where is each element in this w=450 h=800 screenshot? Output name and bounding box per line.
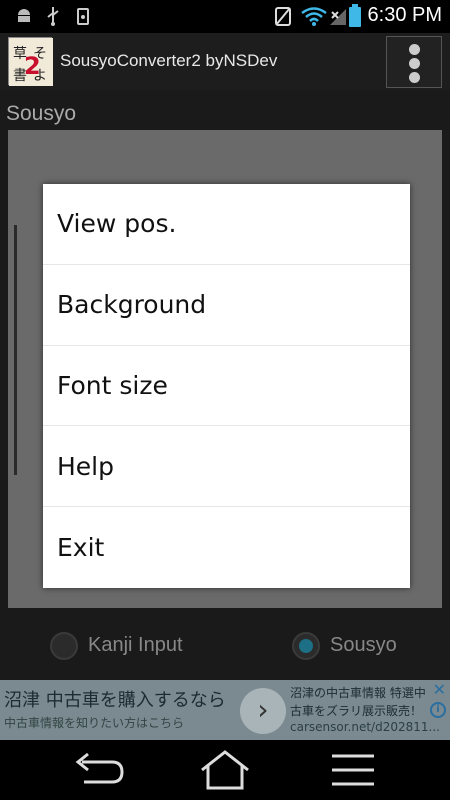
radio-sousyo-label[interactable]: Sousyo: [330, 634, 397, 657]
back-icon[interactable]: [62, 750, 132, 790]
ad-right-line1[interactable]: 沼津の中古車情報 特選中: [290, 684, 426, 701]
more-vert-icon: [409, 44, 420, 55]
status-bar: 6:30 PM: [0, 0, 450, 33]
menu-item-exit[interactable]: Exit: [43, 507, 410, 588]
scrollbar[interactable]: [14, 225, 17, 475]
section-label: Sousyo: [6, 102, 77, 125]
radio-kanji-input[interactable]: [50, 632, 78, 660]
menu-item-help[interactable]: Help: [43, 426, 410, 508]
info-icon[interactable]: i: [430, 702, 446, 718]
home-icon[interactable]: [190, 750, 260, 790]
app-icon[interactable]: 草 そ 書 よ 2: [8, 37, 53, 86]
app-title: SousyoConverter2 byNSDev: [60, 51, 278, 70]
action-bar: 草 そ 書 よ 2 SousyoConverter2 byNSDev: [0, 33, 450, 90]
menu-item-view-pos[interactable]: View pos.: [43, 184, 410, 265]
signal-icon: [330, 9, 346, 25]
ad-title[interactable]: 沼津 中古車を購入するなら: [4, 686, 226, 712]
more-vert-icon-dot: [409, 72, 420, 83]
clock-time: 6:30 PM: [367, 4, 442, 26]
menu-icon[interactable]: [318, 750, 388, 790]
close-icon[interactable]: ✕: [433, 680, 446, 699]
overflow-menu-button[interactable]: [386, 36, 442, 88]
chevron-right-icon[interactable]: ›: [240, 688, 286, 734]
battery-icon: [349, 4, 361, 27]
radio-kanji-input-label[interactable]: Kanji Input: [88, 634, 183, 657]
mode-radio-group: Kanji Input Sousyo: [0, 620, 450, 680]
ad-subtitle[interactable]: 中古車情報を知りたい方はこちら: [4, 714, 184, 731]
options-popup-menu: View pos. Background Font size Help Exit: [43, 184, 410, 588]
radio-sousyo[interactable]: [292, 632, 320, 660]
svg-text:2: 2: [24, 52, 41, 80]
menu-item-font-size[interactable]: Font size: [43, 346, 410, 427]
no-sim-icon: [275, 7, 291, 26]
wifi-icon: [301, 7, 327, 26]
battery-saver-icon: [77, 8, 89, 25]
more-vert-icon-dot: [409, 58, 420, 69]
navigation-bar: [0, 740, 450, 800]
menu-item-background[interactable]: Background: [43, 265, 410, 346]
ad-right-line2[interactable]: 古車をズラリ展示販売！: [290, 702, 422, 719]
ad-url[interactable]: carsensor.net/d202811...: [290, 720, 440, 734]
ad-banner[interactable]: 沼津 中古車を購入するなら 中古車情報を知りたい方はこちら › 沼津の中古車情報…: [0, 680, 450, 740]
android-icon: [18, 9, 30, 22]
usb-icon: [47, 7, 59, 26]
